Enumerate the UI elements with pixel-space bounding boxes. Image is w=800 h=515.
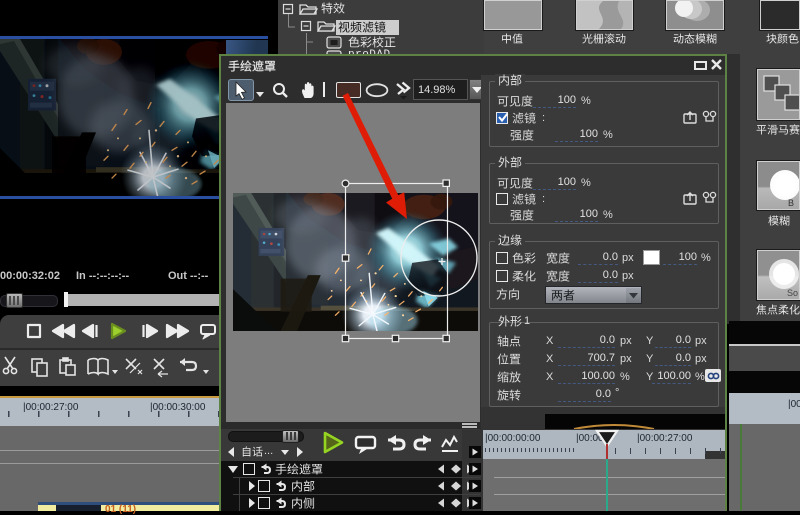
svg-text:B: B <box>788 198 794 208</box>
svg-text:So: So <box>787 288 798 298</box>
